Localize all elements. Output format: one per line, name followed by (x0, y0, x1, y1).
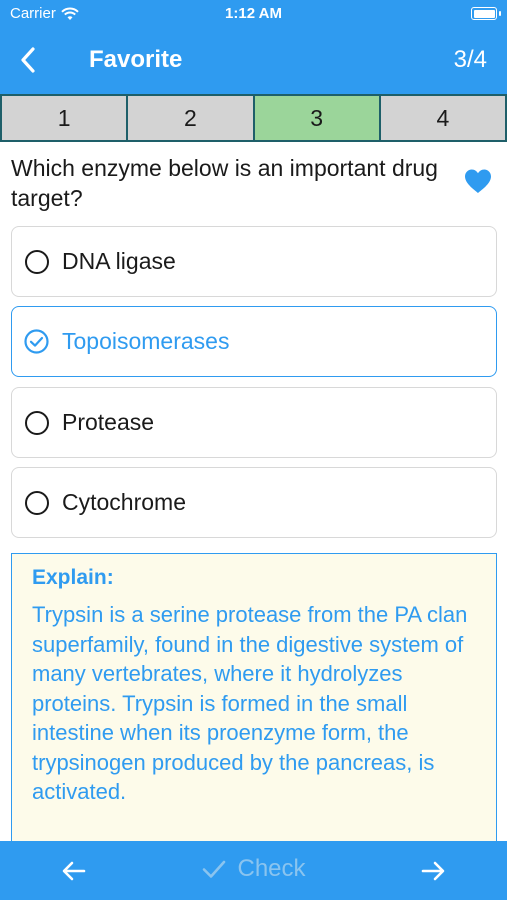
option-label: DNA ligase (62, 248, 176, 274)
radio-icon (25, 490, 49, 515)
answer-option-selected[interactable]: Topoisomerases (11, 306, 497, 377)
checkmark-icon (203, 860, 226, 878)
status-bar: Carrier 1:12 AM (0, 0, 507, 28)
check-button-label: Check (237, 855, 306, 882)
tab-question-4[interactable]: 4 (380, 96, 505, 140)
chevron-left-icon[interactable] (14, 44, 44, 76)
explanation-heading: Explain: (32, 566, 114, 589)
tab-question-2[interactable]: 2 (128, 96, 255, 140)
option-label: Protease (62, 409, 155, 435)
question-counter: 3/4 (453, 46, 487, 73)
check-circle-icon (24, 329, 49, 354)
option-label: Topoisomerases (62, 328, 230, 354)
option-label: Cytochrome (62, 489, 186, 515)
battery-icon (471, 7, 501, 20)
explanation-panel: Explain: Trypsin is a serine protease fr… (11, 553, 497, 853)
page-title: Favorite (89, 46, 183, 73)
answer-option[interactable]: DNA ligase (11, 226, 497, 297)
status-time: 1:12 AM (225, 5, 282, 22)
answer-option[interactable]: Protease (11, 387, 497, 458)
nav-bar: Favorite 3/4 (0, 40, 507, 80)
header: Carrier 1:12 AM Favorite 3/4 (0, 0, 507, 94)
question-text: Which enzyme below is an important drug … (11, 155, 438, 211)
tab-question-1[interactable]: 1 (2, 96, 129, 140)
radio-icon (25, 249, 49, 274)
explanation-text: Trypsin is a serine protease from the PA… (32, 602, 468, 804)
tab-question-3[interactable]: 3 (254, 96, 381, 140)
footer-bar: Check (0, 841, 507, 900)
answer-option[interactable]: Cytochrome (11, 467, 497, 538)
radio-icon (25, 410, 49, 435)
question-tabs: 1 2 3 4 (0, 94, 507, 142)
arrow-right-icon[interactable] (419, 857, 447, 885)
heart-icon[interactable] (464, 168, 492, 194)
